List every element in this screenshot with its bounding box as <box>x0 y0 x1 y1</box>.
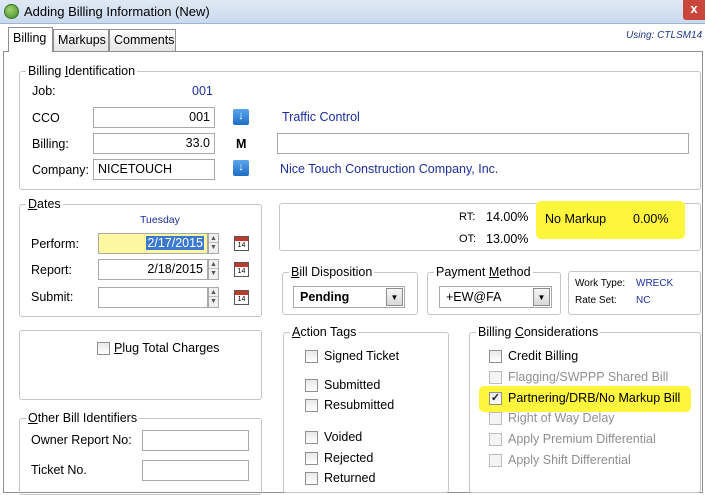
signed-ticket-checkbox[interactable] <box>305 350 318 363</box>
rt-label: RT: <box>459 211 476 223</box>
tab-markups[interactable]: Markups <box>53 29 109 51</box>
partnering-checkbox[interactable]: ✓ <box>489 392 502 405</box>
cco-lookup-icon[interactable]: ↓ <box>233 109 249 125</box>
job-value: 001 <box>192 84 213 98</box>
signed-ticket-label: Signed Ticket <box>324 349 400 363</box>
submitted-label: Submitted <box>324 378 381 392</box>
flagging-swppp-label: Flagging/SWPPP Shared Bill <box>508 370 669 384</box>
ticket-no-label: Ticket No. <box>31 463 87 477</box>
report-label: Report: <box>31 263 72 277</box>
work-type-label: Work Type: <box>575 278 626 289</box>
ot-label: OT: <box>459 233 477 245</box>
no-markup-label: No Markup <box>545 212 607 226</box>
submit-calendar-icon[interactable]: 14 <box>234 290 249 305</box>
rt-value: 14.00% <box>486 210 529 224</box>
owner-report-label: Owner Report No: <box>31 433 132 447</box>
billing-label: Billing: <box>32 137 69 151</box>
perform-calendar-icon[interactable]: 14 <box>234 236 249 251</box>
billing-flag: M <box>236 137 247 151</box>
returned-checkbox[interactable] <box>305 472 318 485</box>
submitted-checkbox[interactable] <box>305 379 318 392</box>
submit-label: Submit: <box>31 290 74 304</box>
perform-spinner[interactable]: ▲ ▼ <box>208 233 219 254</box>
shift-differential-checkbox[interactable] <box>489 454 502 467</box>
plug-total-checkbox[interactable] <box>97 342 110 355</box>
weekday-label: Tuesday <box>140 214 180 226</box>
resubmitted-label: Resubmitted <box>324 398 395 412</box>
company-label: Company: <box>32 163 89 177</box>
other-bill-identifiers-group: Other Bill Identifiers <box>19 411 262 495</box>
cco-description: Traffic Control <box>282 110 360 124</box>
report-calendar-icon[interactable]: 14 <box>234 262 249 277</box>
resubmitted-checkbox[interactable] <box>305 399 318 412</box>
billing-identification-legend: Billing Identification <box>28 64 136 78</box>
bill-disposition-legend: Bill Disposition <box>291 265 373 279</box>
owner-report-field[interactable] <box>142 430 249 451</box>
tab-billing[interactable]: Billing <box>8 27 53 52</box>
report-spinner[interactable]: ▲ ▼ <box>208 259 219 280</box>
ticket-no-field[interactable] <box>142 460 249 481</box>
flagging-swppp-checkbox[interactable] <box>489 371 502 384</box>
rate-set-value: NC <box>636 295 651 306</box>
tab-comments[interactable]: Comments <box>109 29 176 51</box>
perform-date-field[interactable]: 2/17/2015 <box>98 233 208 254</box>
chevron-down-icon[interactable]: ▼ <box>386 288 403 306</box>
report-date-field[interactable]: 2/18/2015 <box>98 259 208 280</box>
company-description: Nice Touch Construction Company, Inc. <box>280 162 499 176</box>
right-of-way-checkbox[interactable] <box>489 412 502 425</box>
partnering-label: Partnering/DRB/No Markup Bill <box>508 391 681 405</box>
dates-legend: Dates <box>28 197 61 211</box>
using-label: Using: CTLSM14 <box>626 30 703 41</box>
plug-total-label: Plug Total Charges <box>114 341 220 355</box>
submit-date-field[interactable] <box>98 287 208 308</box>
shift-differential-label: Apply Shift Differential <box>508 453 631 467</box>
rejected-label: Rejected <box>324 451 374 465</box>
credit-billing-checkbox[interactable] <box>489 350 502 363</box>
company-lookup-icon[interactable]: ↓ <box>233 160 249 176</box>
other-bill-identifiers-legend: Other Bill Identifiers <box>28 411 138 425</box>
submit-spinner[interactable]: ▲ ▼ <box>208 287 219 308</box>
close-icon[interactable]: x <box>683 0 705 20</box>
voided-checkbox[interactable] <box>305 431 318 444</box>
perform-label: Perform: <box>31 237 79 251</box>
payment-method-legend: Payment Method <box>436 265 531 279</box>
voided-label: Voided <box>324 430 363 444</box>
cco-field[interactable]: 001 <box>93 107 215 128</box>
right-of-way-label: Right of Way Delay <box>508 411 615 425</box>
no-markup-value: 0.00% <box>633 212 669 226</box>
premium-differential-checkbox[interactable] <box>489 433 502 446</box>
billing-field[interactable]: 33.0 <box>93 133 215 154</box>
window-title: Adding Billing Information (New) <box>24 4 210 19</box>
action-tags-legend: Action Tags <box>292 325 357 339</box>
premium-differential-label: Apply Premium Differential <box>508 432 656 446</box>
credit-billing-label: Credit Billing <box>508 349 579 363</box>
rate-set-label: Rate Set: <box>575 295 617 306</box>
ot-value: 13.00% <box>486 232 529 246</box>
cco-label: CCO <box>32 111 60 125</box>
rejected-checkbox[interactable] <box>305 452 318 465</box>
work-type-value: WRECK <box>636 278 674 289</box>
billing-considerations-legend: Billing Considerations <box>478 325 599 339</box>
returned-label: Returned <box>324 471 376 485</box>
chevron-down-icon[interactable]: ▼ <box>533 288 550 306</box>
company-field[interactable]: NICETOUCH <box>93 159 215 180</box>
billing-description-field[interactable] <box>277 133 689 154</box>
app-icon <box>4 4 19 19</box>
job-label: Job: <box>32 84 56 98</box>
